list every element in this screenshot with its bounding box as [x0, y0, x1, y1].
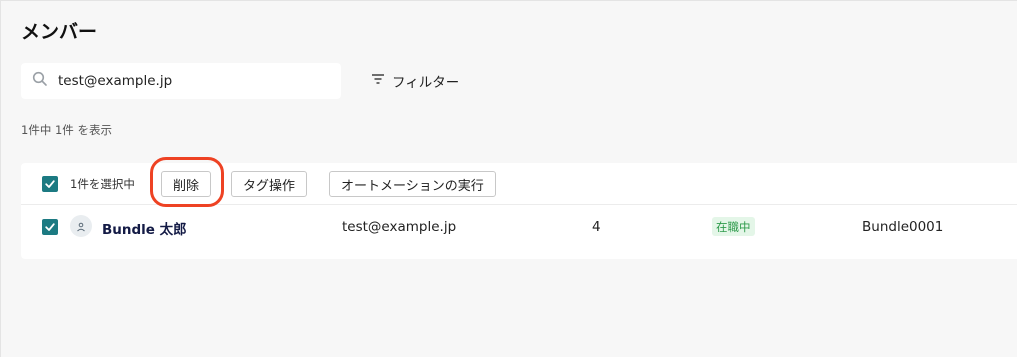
- row-checkbox[interactable]: [42, 219, 58, 235]
- result-count: 1件中 1件 を表示: [21, 123, 112, 137]
- user-icon: [76, 217, 86, 236]
- bulk-action-bar: 1件を選択中 削除 タグ操作 オートメーションの実行: [21, 157, 1017, 207]
- member-email: test@example.jp: [342, 219, 457, 235]
- member-table: 1件を選択中 削除 タグ操作 オートメーションの実行 Bundle 太郎 tes…: [21, 157, 1017, 259]
- member-code: Bundle0001: [862, 219, 944, 235]
- checkmark-icon: [44, 218, 56, 237]
- status-badge: 在職中: [712, 217, 755, 236]
- select-all-checkbox[interactable]: [42, 176, 58, 192]
- filter-button[interactable]: フィルター: [371, 69, 459, 93]
- checkmark-icon: [44, 175, 56, 194]
- table-row[interactable]: Bundle 太郎 test@example.jp 4 在職中 Bundle00…: [21, 206, 1017, 248]
- avatar: [70, 215, 92, 237]
- selection-count: 1件を選択中: [70, 177, 135, 191]
- delete-button[interactable]: 削除: [161, 171, 212, 197]
- filter-label: フィルター: [392, 75, 460, 91]
- search-icon: [32, 71, 48, 91]
- run-automation-button[interactable]: オートメーションの実行: [329, 171, 496, 197]
- search-input[interactable]: [58, 73, 318, 89]
- search-box[interactable]: [21, 63, 341, 99]
- member-count: 4: [592, 219, 601, 235]
- member-name[interactable]: Bundle 太郎: [102, 218, 187, 238]
- page-title: メンバー: [21, 21, 98, 43]
- tag-operation-button[interactable]: タグ操作: [231, 171, 308, 197]
- filter-icon: [371, 73, 385, 89]
